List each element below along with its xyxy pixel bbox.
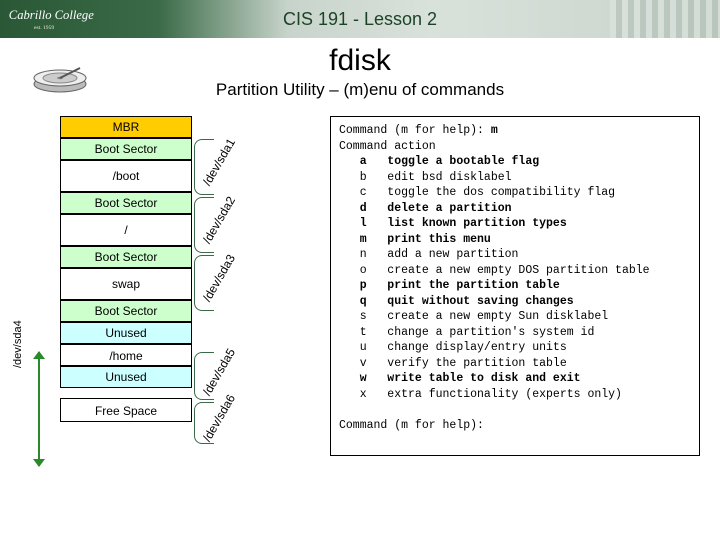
boot-sector-2: Boot Sector — [60, 192, 192, 214]
boot-sector-1: Boot Sector — [60, 138, 192, 160]
terminal-text: Command (m for help): m Command action a… — [339, 123, 691, 433]
page-subtitle: Partition Utility – (m)enu of commands — [0, 80, 720, 100]
root-partition: / — [60, 214, 192, 246]
free-space: Free Space — [60, 398, 192, 422]
boot-sector-3: Boot Sector — [60, 246, 192, 268]
title-block: fdisk Partition Utility – (m)enu of comm… — [0, 44, 720, 100]
mbr-block: MBR — [60, 116, 192, 138]
unused-1: Unused — [60, 322, 192, 344]
extended-partition-label: /dev/sda4 — [12, 320, 24, 368]
header-decoration — [610, 0, 720, 38]
boot-sector-4: Boot Sector — [60, 300, 192, 322]
swap-partition: swap — [60, 268, 192, 300]
boot-partition: /boot — [60, 160, 192, 192]
disk-diagram: MBR Boot Sector /boot Boot Sector / Boot… — [60, 116, 192, 422]
home-partition: /home — [60, 344, 192, 366]
unused-2: Unused — [60, 366, 192, 388]
hard-drive-icon — [30, 54, 90, 94]
page-title: fdisk — [0, 44, 720, 78]
header-bar: Cabrillo College est. 1959 CIS 191 - Les… — [0, 0, 720, 38]
extended-partition-bracket — [30, 352, 48, 466]
terminal-output: Command (m for help): m Command action a… — [330, 116, 700, 456]
content-area: MBR Boot Sector /boot Boot Sector / Boot… — [0, 108, 720, 538]
